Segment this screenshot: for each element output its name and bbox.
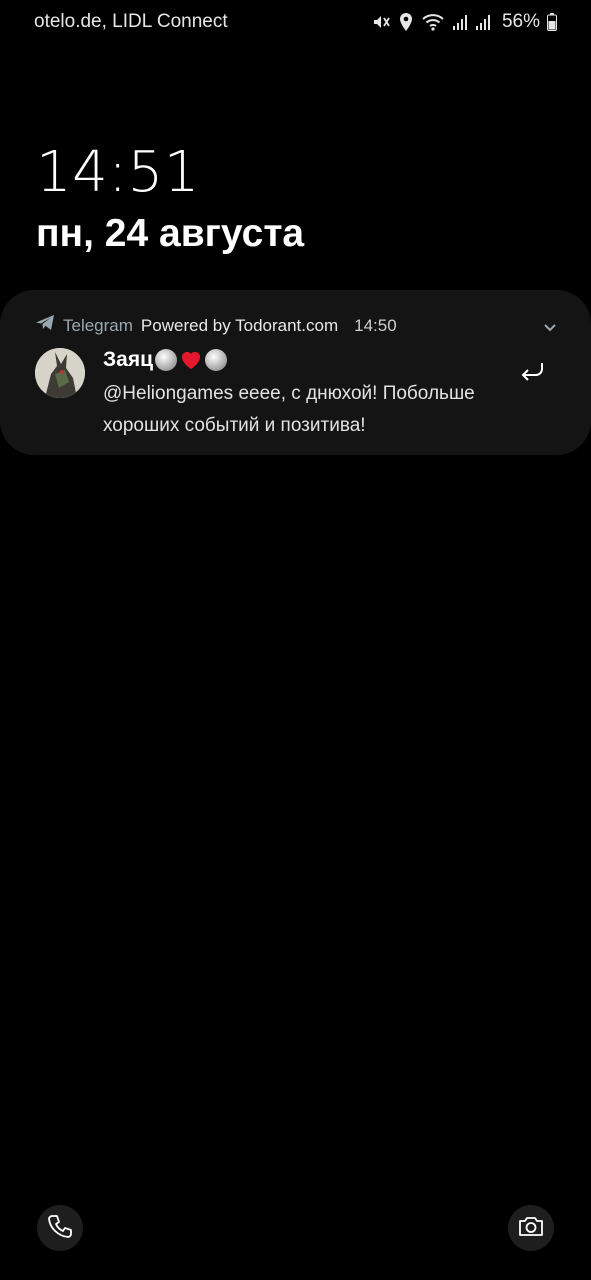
chevron-down-icon[interactable] bbox=[543, 320, 557, 338]
battery-percent: 56% bbox=[501, 11, 540, 32]
status-bar: otelo.de, LIDL Connect 56% bbox=[0, 0, 591, 44]
signal-icon-2 bbox=[475, 13, 491, 31]
carrier-name: otelo.de, LIDL Connect bbox=[34, 11, 228, 32]
notification-message: @Heliongames eeee, с днюхой! Побольше хо… bbox=[103, 383, 475, 436]
lock-date: пн, 24 августа bbox=[36, 212, 305, 255]
notification-time: 14:50 bbox=[354, 315, 397, 335]
app-subtext: Powered by Todorant.com bbox=[140, 315, 339, 335]
notification-card[interactable]: Telegram Powered by Todorant.com 14:50 З… bbox=[0, 290, 591, 455]
wifi-icon bbox=[421, 12, 445, 32]
telegram-icon bbox=[35, 314, 55, 337]
sender-name-row: Заяц bbox=[103, 348, 228, 372]
phone-icon bbox=[47, 1213, 73, 1244]
emoji-decoration bbox=[154, 348, 228, 372]
reply-icon[interactable] bbox=[518, 360, 546, 389]
sender-name: Заяц bbox=[103, 348, 153, 371]
phone-shortcut-button[interactable] bbox=[37, 1205, 83, 1251]
white-circle-icon-2 bbox=[205, 349, 227, 371]
mute-icon bbox=[371, 12, 391, 32]
camera-shortcut-button[interactable] bbox=[508, 1205, 554, 1251]
lock-clock: 14:51 bbox=[36, 140, 200, 205]
white-circle-icon bbox=[155, 349, 177, 371]
status-icons: 56% bbox=[371, 11, 557, 33]
app-name: Telegram bbox=[63, 315, 133, 335]
signal-icon bbox=[452, 13, 468, 31]
red-heart-icon bbox=[182, 352, 200, 369]
notification-header: Telegram Powered by Todorant.com 14:50 bbox=[35, 314, 397, 337]
sender-avatar bbox=[35, 348, 85, 398]
battery-icon bbox=[547, 13, 557, 31]
location-icon bbox=[398, 12, 414, 32]
camera-icon bbox=[517, 1214, 545, 1243]
